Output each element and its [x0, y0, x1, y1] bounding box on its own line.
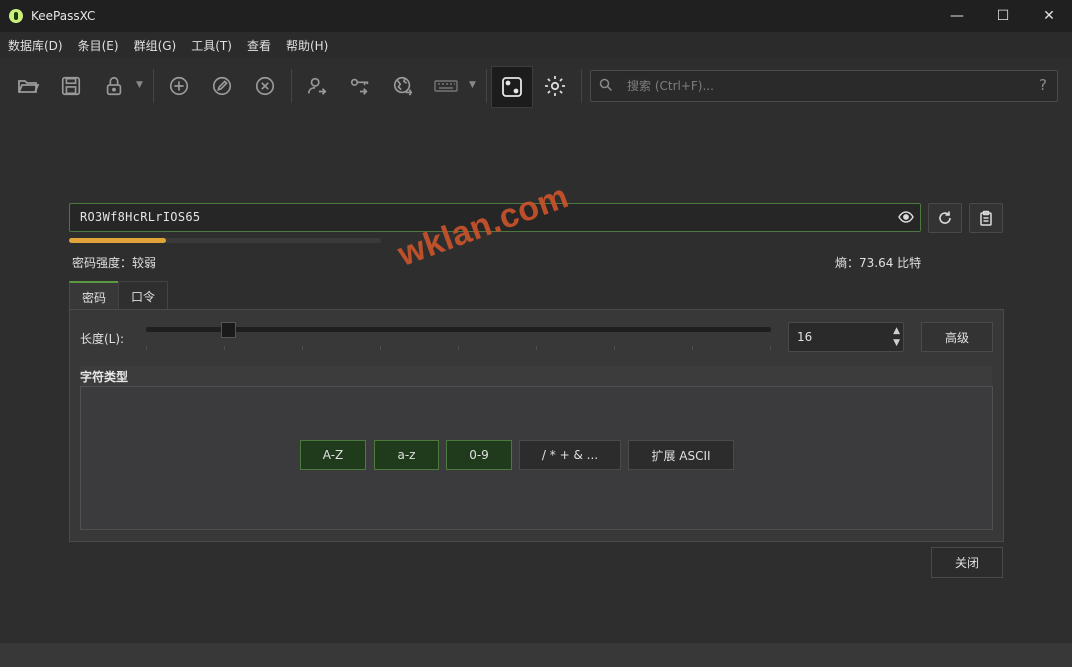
open-url-icon[interactable] — [388, 71, 418, 101]
clipboard-icon — [980, 210, 992, 226]
save-icon[interactable] — [56, 71, 86, 101]
minimize-button[interactable]: — — [934, 0, 980, 32]
folder-open-icon[interactable] — [13, 71, 43, 101]
toolbar-separator — [153, 69, 154, 103]
spin-arrows-icon[interactable]: ▲ ▼ — [893, 325, 900, 349]
charset-special-toggle[interactable]: / * + & ... — [519, 440, 621, 470]
copy-password-icon[interactable] — [345, 71, 375, 101]
copy-username-icon[interactable] — [302, 71, 332, 101]
length-value[interactable]: 16 — [797, 330, 812, 344]
length-slider-handle[interactable] — [221, 322, 237, 338]
charset-digits-toggle[interactable]: 0-9 — [446, 440, 512, 470]
length-slider[interactable] — [146, 327, 771, 332]
search-box: ? — [590, 70, 1058, 102]
strength-meter-fill — [69, 238, 166, 243]
show-password-eye-icon[interactable] — [898, 210, 914, 227]
length-label: 长度(L): — [80, 332, 125, 346]
window-title: KeePassXC — [31, 9, 96, 23]
keepassxc-logo-icon — [9, 9, 23, 23]
tab-password[interactable]: 密码 — [69, 281, 119, 311]
menu-groups[interactable]: 群组(G) — [126, 37, 184, 54]
toolbar-separator — [486, 69, 487, 103]
title-bar: KeePassXC — ☐ ✕ — [0, 0, 1072, 32]
close-window-button[interactable]: ✕ — [1026, 0, 1072, 32]
menu-tools[interactable]: 工具(T) — [183, 37, 239, 54]
charset-extended-ascii-toggle[interactable]: 扩展 ASCII — [628, 440, 734, 470]
delete-entry-icon[interactable] — [250, 71, 280, 101]
generated-password[interactable]: RO3Wf8HcRLrIOS65 — [80, 210, 200, 224]
password-generator-icon[interactable] — [491, 66, 533, 108]
toolbar: ▼ ▼ ? — [0, 58, 1072, 114]
entropy-label: 熵：73.64 比特 — [835, 256, 922, 270]
regenerate-button[interactable] — [928, 203, 962, 233]
refresh-icon — [939, 211, 951, 224]
strength-label: 密码强度：较弱 — [72, 256, 157, 270]
add-entry-icon[interactable] — [164, 71, 194, 101]
lock-dropdown-icon[interactable]: ▼ — [136, 80, 143, 90]
charset-group-title: 字符类型 — [80, 370, 129, 384]
status-bar — [0, 643, 1072, 667]
menu-bar: 数据库(D) 条目(E) 群组(G) 工具(T) 查看 帮助(H) — [0, 32, 1072, 58]
tab-passphrase[interactable]: 口令 — [118, 281, 168, 311]
menu-view[interactable]: 查看 — [239, 37, 278, 54]
search-icon — [599, 78, 613, 95]
lock-icon[interactable] — [99, 71, 129, 101]
menu-database[interactable]: 数据库(D) — [0, 37, 70, 54]
advanced-button[interactable]: 高级 — [921, 322, 993, 352]
search-help-icon[interactable]: ? — [1039, 76, 1047, 94]
autotype-dropdown-icon[interactable]: ▼ — [469, 80, 476, 90]
length-slider-ticks — [146, 346, 771, 352]
menu-help[interactable]: 帮助(H) — [278, 37, 335, 54]
search-input[interactable] — [625, 75, 1019, 97]
length-spinbox[interactable]: 16 ▲ ▼ — [788, 322, 904, 352]
autotype-keyboard-icon[interactable] — [431, 71, 461, 101]
charset-group-header: 字符类型 — [80, 366, 992, 386]
edit-entry-icon[interactable] — [207, 71, 237, 101]
menu-entries[interactable]: 条目(E) — [70, 37, 126, 54]
settings-icon[interactable] — [540, 71, 570, 101]
maximize-button[interactable]: ☐ — [980, 0, 1026, 32]
close-button[interactable]: 关闭 — [931, 547, 1003, 578]
charset-uppercase-toggle[interactable]: A-Z — [300, 440, 366, 470]
copy-to-clipboard-button[interactable] — [969, 203, 1003, 233]
toolbar-separator — [581, 69, 582, 103]
strength-meter — [69, 238, 381, 243]
charset-lowercase-toggle[interactable]: a-z — [374, 440, 439, 470]
toolbar-separator — [291, 69, 292, 103]
